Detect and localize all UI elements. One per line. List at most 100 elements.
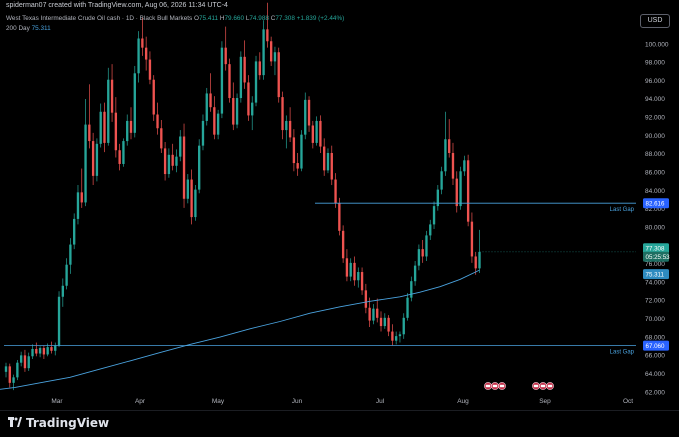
candle-body — [213, 107, 216, 135]
tradingview-logo-icon — [8, 417, 22, 427]
candle — [103, 102, 106, 153]
candle-body — [141, 38, 144, 48]
ma-legend[interactable]: 200 Day 75.311 — [6, 25, 51, 32]
candle-body — [137, 38, 140, 74]
candle — [137, 31, 140, 83]
candle — [107, 67, 110, 146]
candle — [76, 185, 80, 225]
candle-body — [224, 47, 227, 65]
candle — [448, 119, 451, 158]
candle — [269, 36, 273, 66]
candle — [300, 130, 303, 172]
candle — [323, 138, 326, 176]
candle-body — [429, 224, 432, 236]
countdown-badge: 05:25:53 — [643, 251, 671, 262]
candle — [319, 115, 322, 153]
candle-body — [258, 61, 261, 76]
price-tick-label: 86.000 — [645, 170, 665, 177]
candle-body — [269, 41, 273, 62]
candle-body — [311, 125, 315, 143]
candle-body — [175, 156, 178, 166]
last-price-badge-text: 77.308 — [646, 246, 665, 253]
candle — [84, 98, 87, 207]
gap-lines-layer: Last Gap Last Gap — [4, 202, 636, 356]
close-value: 77.308 — [275, 15, 295, 22]
candle — [31, 344, 34, 360]
candle-body — [334, 179, 337, 204]
candle — [444, 111, 447, 176]
candle — [292, 129, 296, 172]
candle-body — [251, 102, 254, 116]
candle — [406, 293, 409, 321]
candle-body — [315, 120, 318, 143]
currency-button[interactable]: USD — [640, 14, 670, 28]
candle-body — [80, 192, 83, 203]
candle — [35, 342, 38, 357]
candle — [466, 154, 470, 227]
ma-price-badge-text: 75.311 — [646, 271, 665, 278]
candle — [216, 109, 220, 140]
candle-body — [19, 355, 23, 363]
brand-name: TradingView — [26, 416, 110, 430]
price-tick-label: 84.000 — [645, 188, 665, 195]
event-icon-mark — [533, 384, 539, 388]
candle-body — [103, 111, 106, 143]
countdown-badge-text: 05:25:53 — [646, 254, 671, 261]
candle — [421, 239, 424, 263]
event-markers-layer[interactable] — [484, 382, 554, 390]
candle — [156, 102, 159, 135]
price-chart[interactable]: Last Gap Last Gap 62.000 64.000 66.000 68.00… — [0, 0, 679, 410]
candle — [429, 219, 432, 240]
candle — [376, 298, 379, 323]
candle-body — [364, 290, 368, 308]
candle — [402, 313, 405, 339]
candle — [213, 96, 216, 140]
candle — [455, 171, 458, 213]
candle — [220, 41, 224, 119]
ma-label: 200 Day — [6, 25, 30, 32]
candle-body — [243, 56, 246, 83]
candle — [27, 352, 30, 371]
candle-body — [69, 244, 72, 265]
candle — [16, 359, 19, 381]
candle-body — [235, 98, 239, 125]
candle-body — [304, 99, 307, 135]
candle-body — [152, 79, 155, 115]
candle-body — [300, 134, 303, 169]
candle-body — [353, 262, 356, 281]
ma-price-badge: 75.311 — [643, 269, 669, 280]
time-tick-label: Mar — [51, 398, 63, 405]
top-bar: spiderman07 created with TradingView.com… — [0, 0, 679, 12]
candle-body — [61, 285, 64, 297]
candle-body — [54, 345, 57, 351]
candle-body — [459, 171, 462, 207]
price-tick-label: 88.000 — [645, 151, 665, 158]
candle — [285, 115, 288, 149]
candle-body — [387, 317, 390, 332]
candle-body — [50, 347, 53, 351]
candle — [273, 46, 277, 76]
candle — [398, 331, 402, 343]
candle — [91, 132, 95, 186]
gap-lower-badge: 67.060 — [643, 340, 669, 351]
candle-body — [345, 258, 349, 277]
candle — [209, 73, 212, 112]
candle — [383, 313, 386, 329]
candle-body — [228, 64, 231, 99]
candle — [50, 341, 53, 354]
candle-body — [133, 73, 136, 133]
symbol-legend[interactable]: West Texas Intermediate Crude Oil cash ·… — [6, 15, 344, 22]
candle — [334, 173, 337, 208]
candle-body — [307, 99, 311, 126]
candle-body — [266, 29, 269, 42]
candle-body — [444, 139, 447, 172]
time-axis[interactable]: Mar Apr May Jun Jul Aug Sep Oct — [51, 398, 633, 405]
candle-body — [338, 203, 341, 231]
candle-body — [167, 154, 171, 175]
candle — [304, 92, 307, 140]
candle-body — [402, 317, 405, 335]
candle-body — [160, 128, 163, 149]
candle — [288, 107, 292, 142]
candle — [167, 148, 171, 178]
candle-body — [285, 120, 288, 131]
